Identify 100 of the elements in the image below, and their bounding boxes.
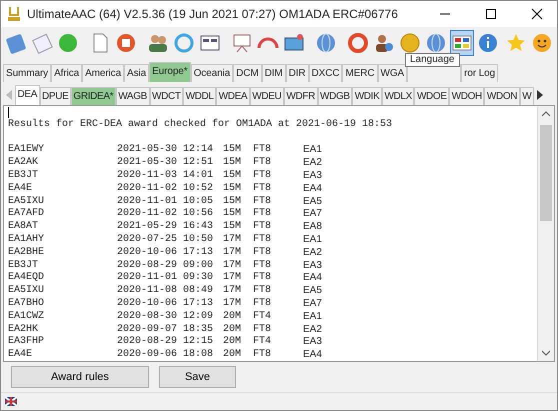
tab[interactable]: WDGB <box>318 87 352 105</box>
results-header: Results for ERC-DEA award checked for OM1ADA at 2021-06-19 18:53 <box>8 118 392 132</box>
mode-cell-text: FT8 <box>253 208 272 221</box>
band-cell-text: 17M <box>223 260 242 272</box>
region-cell: EA8 <box>303 221 322 234</box>
tab[interactable]: WDDL <box>183 87 216 105</box>
tab[interactable]: WGA <box>378 64 408 82</box>
region-cell: EA4 <box>303 272 322 286</box>
band-cell-text: 20M <box>223 336 242 349</box>
time-cell-text: 18:08 <box>183 349 214 361</box>
award-rules-button[interactable]: Award rules <box>11 366 149 388</box>
callsign-cell-text: EA7AFD <box>8 208 46 221</box>
tab[interactable]: WDCT <box>150 87 184 105</box>
tab[interactable]: WAGB <box>116 87 150 105</box>
region-cell: EA7 <box>303 208 322 222</box>
time-cell-text: 10:56 <box>183 208 214 221</box>
time-cell-text: 09:00 <box>183 260 214 272</box>
mode-cell-text: FT4 <box>253 336 272 349</box>
tab[interactable]: DIR <box>286 64 309 82</box>
date-cell-text: 2020-11-02 <box>117 182 178 196</box>
time-cell-text: 10:50 <box>183 234 214 247</box>
date-cell-text: 2020-10-06 <box>117 246 178 260</box>
region-cell: EA4 <box>303 182 322 196</box>
callsign-cell-text: EA1AHY <box>8 234 46 247</box>
tab[interactable]: WDIK <box>352 87 382 105</box>
region-cell: EA3 <box>303 170 322 183</box>
callsign-cell-text: EA2AK <box>8 157 40 170</box>
time-cell-text: 12:09 <box>183 310 214 324</box>
callsign-cell-text: EA4EQD <box>8 272 46 285</box>
time-cell-text: 16:43 <box>183 221 214 234</box>
date-cell-text: 2020-11-01 <box>117 196 178 208</box>
date-cell-text: 2020-11-08 <box>117 285 178 298</box>
tab[interactable]: WDON <box>484 87 520 105</box>
region-cell: EA3 <box>303 260 322 272</box>
mode-cell-text: FT8 <box>253 196 272 208</box>
date-cell-text: 2020-07-25 <box>117 234 178 247</box>
tab[interactable]: America <box>82 64 124 82</box>
tab[interactable]: Europe* <box>149 62 191 82</box>
date-cell-text: 2020-09-07 <box>117 324 178 336</box>
region-cell: EA5 <box>303 196 322 208</box>
time-cell-text: 12:15 <box>183 336 214 349</box>
tab[interactable]: WDOH <box>449 87 484 105</box>
tab[interactable]: ror Log <box>461 64 498 82</box>
tab[interactable]: WDEA <box>216 87 250 105</box>
date-cell-text: 2020-11-02 <box>117 208 178 221</box>
tab[interactable]: W <box>520 87 534 105</box>
tab[interactable]: DCM <box>233 64 262 82</box>
time-cell-text: 12:14 <box>183 144 214 157</box>
band-cell-text: 20M <box>223 349 242 361</box>
band-cell-text: 17M <box>223 298 242 311</box>
tab[interactable]: GRIDEA* <box>70 87 116 105</box>
mode-cell-text: FT8 <box>253 285 272 298</box>
callsign-cell-text: EA3FHP <box>8 336 46 349</box>
tab[interactable]: MERC <box>342 64 378 82</box>
tab[interactable]: DEA <box>15 85 40 105</box>
tab[interactable]: Africa <box>51 64 82 82</box>
date-cell-text: 2020-08-30 <box>117 310 178 324</box>
time-cell-text: 12:51 <box>183 157 214 170</box>
tab[interactable]: Asia <box>124 64 150 82</box>
callsign-cell-text: EA1EWY <box>8 144 46 157</box>
region-cell: EA7 <box>303 298 322 311</box>
band-cell-text: 15M <box>223 221 242 234</box>
time-cell-text: 17:13 <box>183 246 214 260</box>
band-cell-text: 15M <box>223 182 242 196</box>
save-button[interactable]: Save <box>159 366 236 388</box>
tab[interactable]: DIM <box>262 64 286 82</box>
tab[interactable]: WDFR <box>284 87 318 105</box>
tab[interactable]: Summary <box>3 64 52 82</box>
region-cell: EA1 <box>303 144 322 158</box>
mode-cell-text: FT8 <box>253 144 272 157</box>
time-cell-text: 09:30 <box>183 272 214 285</box>
date-cell-text: 2020-10-06 <box>117 298 178 311</box>
date-cell-text: 2021-05-30 <box>117 144 178 157</box>
window-title: UltimateAAC (64) V2.5.36 (19 Jun 2021 07:27) OM1ADA ERC#06776 <box>27 6 399 23</box>
callsign-cell-text: EB3JT <box>8 260 40 272</box>
date-cell-text: 2020-08-29 <box>117 336 178 349</box>
region-cell: EA2 <box>303 246 322 260</box>
band-cell-text: 17M <box>223 285 242 298</box>
region-cell: EA1 <box>303 234 322 247</box>
tab[interactable]: DPUE <box>40 87 71 105</box>
tab[interactable]: WDEU <box>250 87 284 105</box>
tab[interactable]: Oceania <box>190 64 234 82</box>
callsign-cell-text: EA2BHE <box>8 246 46 260</box>
callsign-cell-text: EA5IXU <box>8 285 46 298</box>
region-cell: EA2 <box>303 157 322 170</box>
region-cell: EA1 <box>303 310 322 324</box>
mode-cell-text: FT8 <box>253 182 272 196</box>
date-cell-text: 2020-09-06 <box>117 349 178 361</box>
tab[interactable]: WDOE <box>414 87 450 105</box>
band-cell-text: 20M <box>223 324 242 336</box>
mode-cell-text: FT8 <box>253 170 272 183</box>
mode-cell-text: FT8 <box>253 221 272 234</box>
tab[interactable]: WDLX <box>382 87 414 105</box>
time-cell-text: 10:05 <box>183 196 214 208</box>
tab[interactable]: DXCC <box>308 64 342 82</box>
mode-cell-text: FT8 <box>253 324 272 336</box>
callsign-cell-text: EA4E <box>8 349 34 361</box>
callsign-cell-text: EA1CWZ <box>8 310 46 324</box>
band-cell-text: 15M <box>223 144 242 157</box>
band-cell-text: 15M <box>223 208 242 221</box>
